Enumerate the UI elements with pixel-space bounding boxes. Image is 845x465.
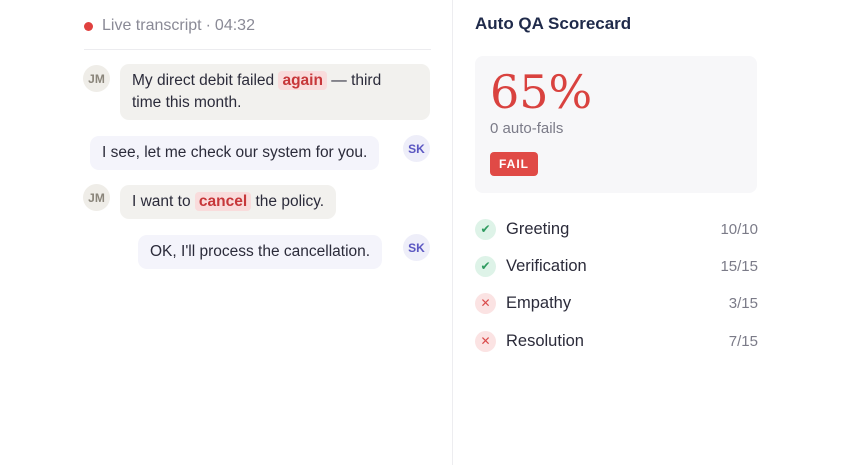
avatar: JM	[83, 65, 110, 92]
call-duration: 04:32	[214, 17, 255, 34]
message-text: I see, let me check our system for you.	[102, 144, 368, 161]
criterion-label: Verification	[506, 256, 587, 275]
criterion-label: Resolution	[506, 331, 584, 350]
check-icon: ✔	[475, 255, 496, 277]
criterion-score: 7/15	[728, 332, 758, 350]
live-transcript-header: Live transcript · 04:32	[84, 15, 255, 37]
transcript-panel: Live transcript · 04:32 JM My direct deb…	[0, 0, 452, 465]
criterion-row: ✔ Greeting 10/10	[475, 218, 758, 240]
x-icon: ✕	[475, 292, 496, 314]
avatar: JM	[83, 184, 110, 211]
header-divider	[84, 49, 431, 50]
criterion-row: ✕ Empathy 3/15	[475, 292, 758, 314]
message-text: OK, I'll process the cancellation.	[150, 243, 371, 260]
header-separator: ·	[205, 17, 211, 34]
message-text: My direct debit failed	[132, 72, 279, 89]
flagged-keyword: cancel	[194, 192, 252, 211]
avatar: SK	[403, 234, 430, 261]
flagged-keyword: again	[278, 71, 327, 90]
message-text: time this month.	[132, 94, 242, 111]
result-badge: FAIL	[490, 152, 538, 176]
criterion-score: 10/10	[720, 220, 758, 238]
x-icon: ✕	[475, 330, 496, 352]
avatar: SK	[403, 135, 430, 162]
overall-score: 65%	[490, 65, 593, 119]
live-indicator-dot	[84, 21, 93, 31]
score-summary-card: 65% 0 auto-fails FAIL	[475, 56, 757, 193]
auto-fails-count: 0 auto-fails	[490, 120, 564, 137]
message-text: the policy.	[251, 193, 325, 210]
criterion-row: ✔ Verification 15/15	[475, 255, 758, 277]
live-transcript-label: Live transcript	[102, 17, 202, 34]
message-text: — third	[326, 72, 382, 89]
criterion-score: 15/15	[720, 257, 758, 275]
message-bubble: I want to cancel the policy.	[120, 185, 337, 219]
criterion-label: Empathy	[506, 293, 572, 312]
message-bubble: My direct debit failed again — third tim…	[120, 64, 430, 120]
message-bubble: I see, let me check our system for you.	[90, 136, 380, 170]
criterion-score: 3/15	[728, 294, 758, 312]
criterion-row: ✕ Resolution 7/15	[475, 330, 758, 352]
message-text: I want to	[132, 193, 195, 210]
message-bubble: OK, I'll process the cancellation.	[138, 235, 383, 269]
scorecard-title: Auto QA Scorecard	[475, 14, 632, 33]
check-icon: ✔	[475, 218, 496, 240]
criterion-label: Greeting	[506, 219, 570, 238]
qa-scorecard-panel: Auto QA Scorecard 65% 0 auto-fails FAIL …	[453, 0, 845, 465]
